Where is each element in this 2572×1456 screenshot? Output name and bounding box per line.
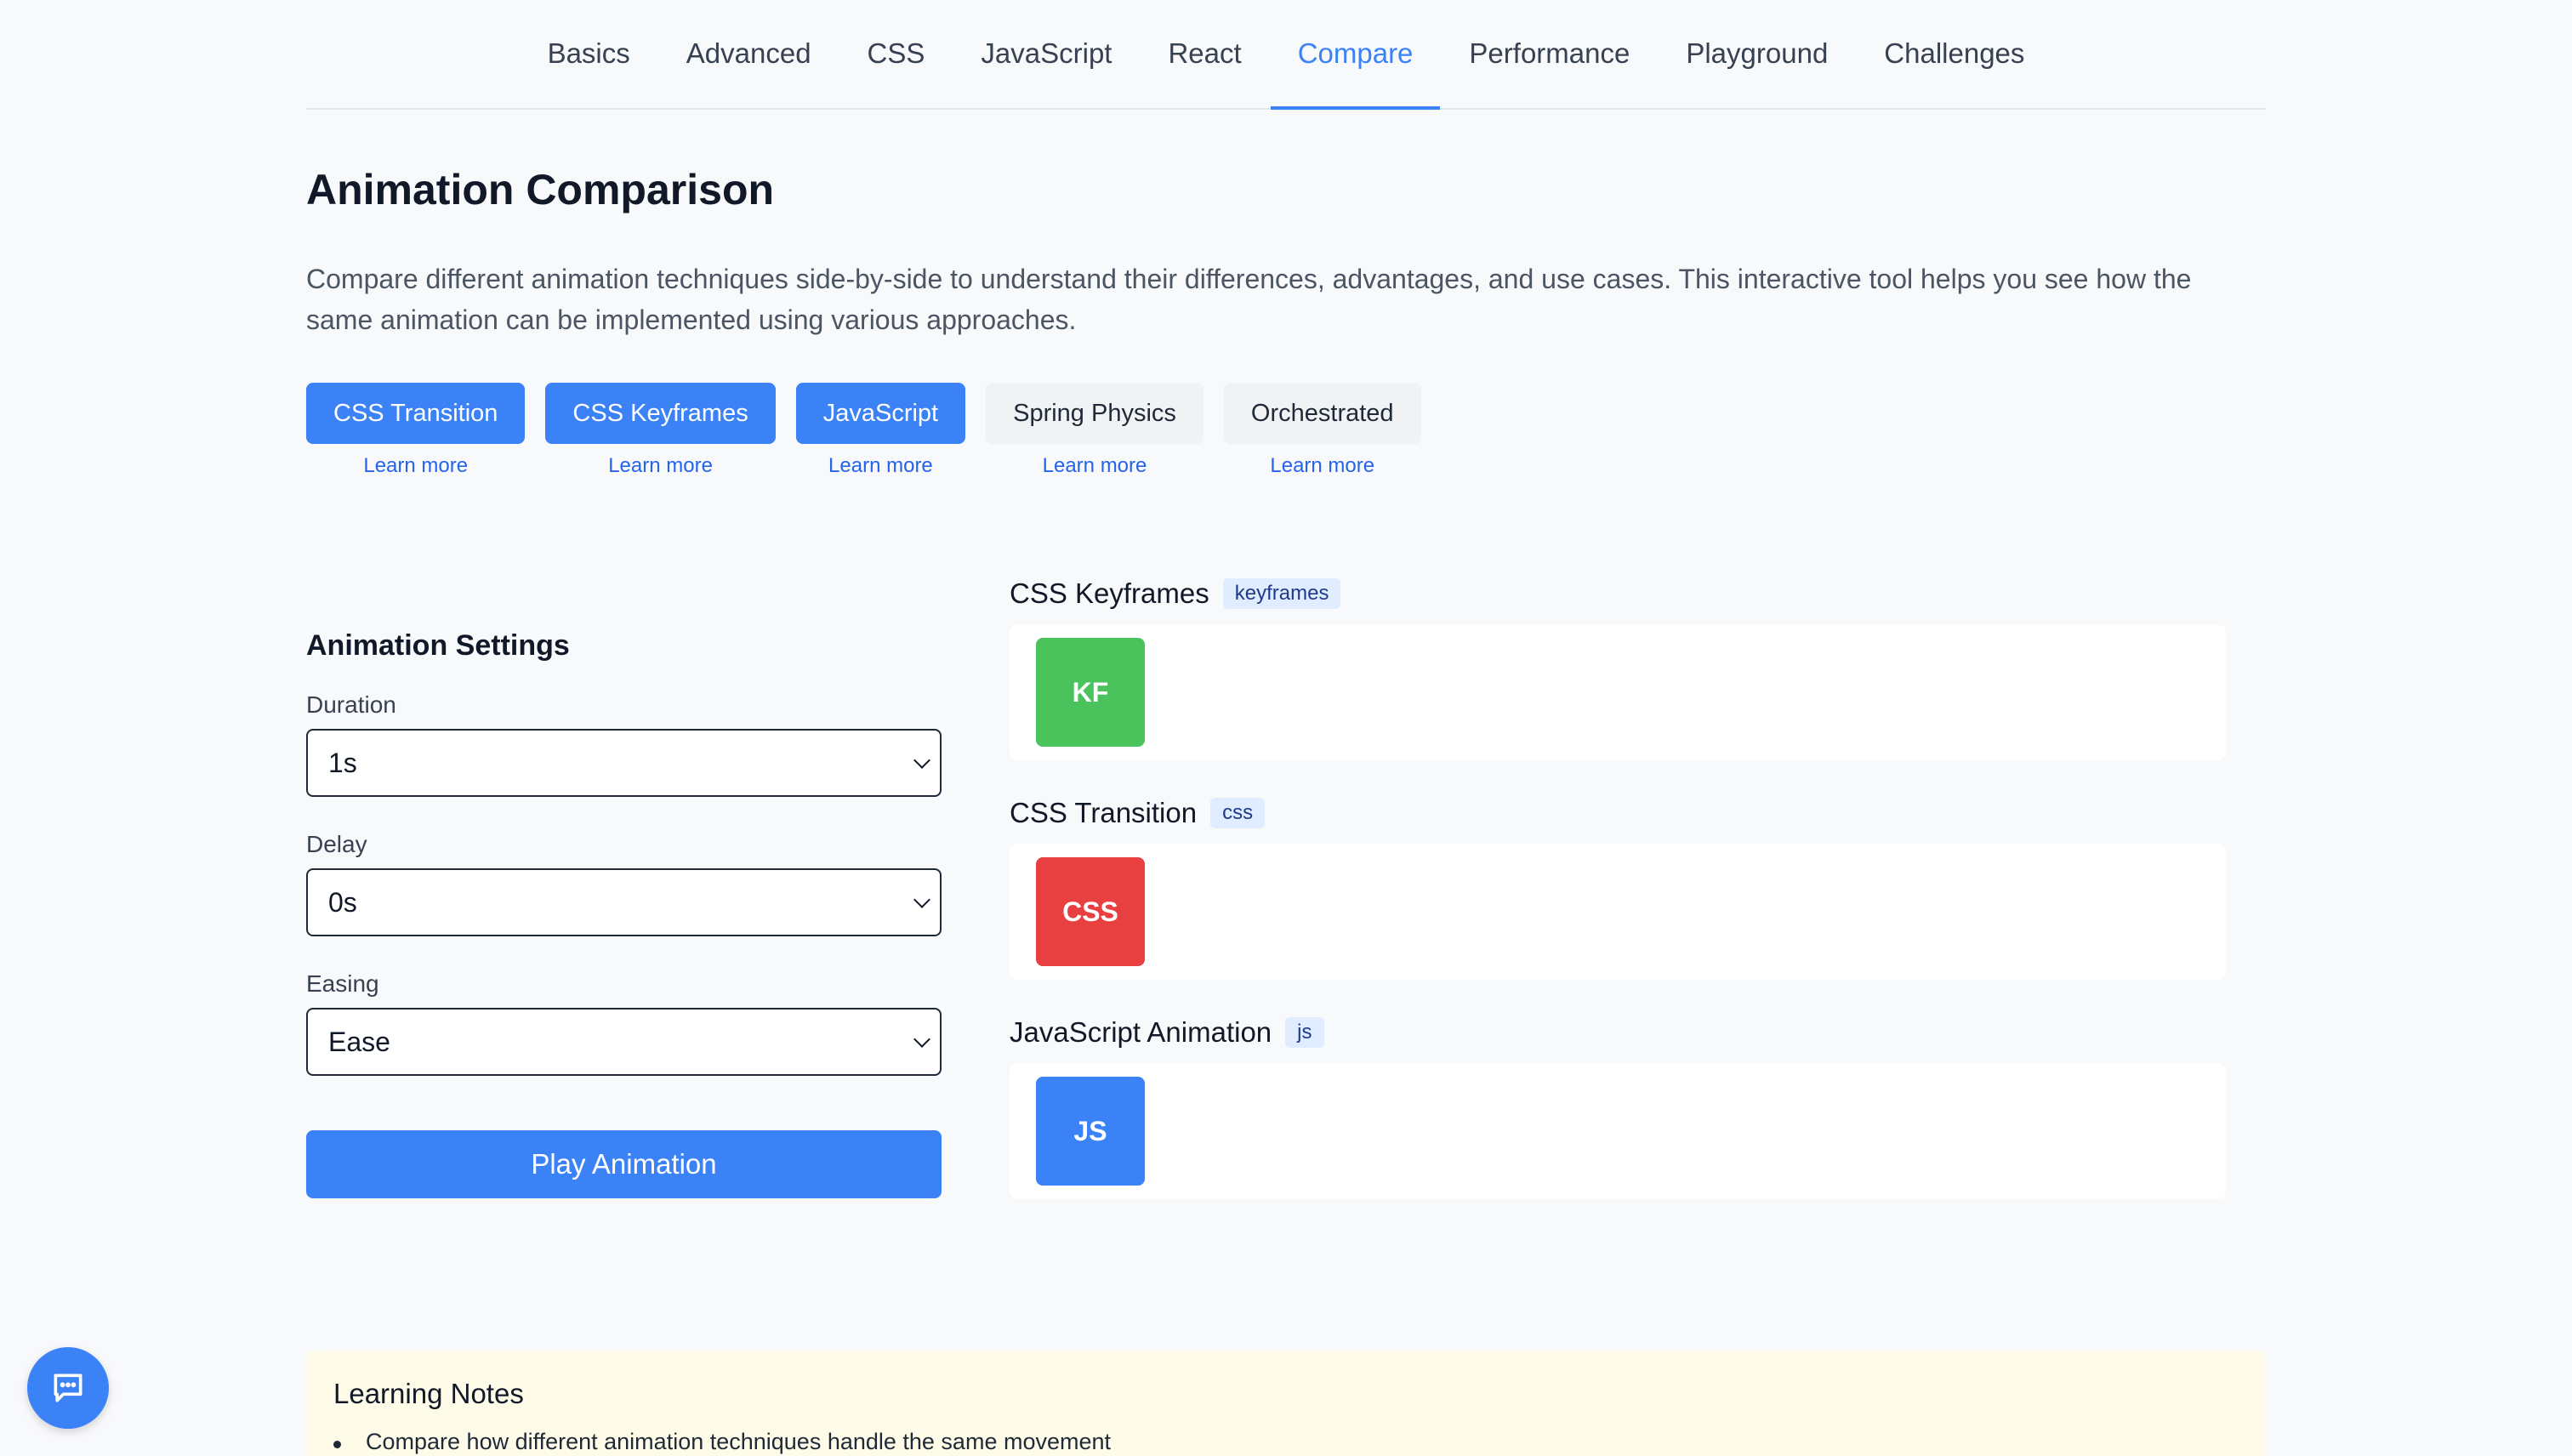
chevron-down-icon <box>913 891 930 908</box>
notes-heading: Learning Notes <box>333 1378 524 1409</box>
animation-settings: Animation Settings Duration 1s Delay 0s … <box>306 629 942 1198</box>
chevron-down-icon <box>913 1031 930 1048</box>
chat-button[interactable] <box>27 1347 109 1429</box>
tab-challenges[interactable]: Challenges <box>1857 0 2051 110</box>
learn-more-link[interactable]: Learn more <box>1270 454 1374 478</box>
page-title: Animation Comparison <box>306 166 775 213</box>
learning-notes: Learning Notes Compare how different ani… <box>306 1351 2266 1456</box>
easing-label: Easing <box>306 970 379 997</box>
tab-performance[interactable]: Performance <box>1442 0 1657 110</box>
animated-box: KF <box>1036 638 1145 747</box>
page-description: Compare different animation techniques s… <box>306 264 2192 335</box>
demo-title: CSS Keyframes <box>1010 577 1209 609</box>
technique-spring-physics: Spring Physics Learn more <box>986 383 1203 478</box>
demo-css-transition: CSS Transition css CSS <box>1010 794 2226 980</box>
play-animation-button[interactable]: Play Animation <box>306 1130 942 1198</box>
learn-more-link[interactable]: Learn more <box>608 454 713 478</box>
tab-css[interactable]: CSS <box>840 0 953 110</box>
css-keyframes-button[interactable]: CSS Keyframes <box>545 383 776 444</box>
duration-label: Duration <box>306 691 396 718</box>
demo-badge: js <box>1285 1017 1324 1048</box>
demo-badge: css <box>1210 798 1266 828</box>
duration-select[interactable]: 1s <box>306 729 942 797</box>
technique-css-keyframes: CSS Keyframes Learn more <box>545 383 776 478</box>
easing-value: Ease <box>328 1026 390 1057</box>
tab-bar: Basics Advanced CSS JavaScript React Com… <box>306 0 2266 110</box>
tab-advanced[interactable]: Advanced <box>659 0 839 110</box>
settings-heading: Animation Settings <box>306 629 570 662</box>
spring-physics-button[interactable]: Spring Physics <box>986 383 1203 444</box>
animated-box: CSS <box>1036 857 1145 966</box>
chat-bubble-icon <box>54 1374 83 1402</box>
learn-more-link[interactable]: Learn more <box>1043 454 1147 478</box>
tab-javascript[interactable]: JavaScript <box>953 0 1139 110</box>
demo-title: JavaScript Animation <box>1010 1016 1272 1048</box>
chevron-down-icon <box>913 752 930 769</box>
notes-list: Compare how different animation techniqu… <box>333 1429 2239 1455</box>
tab-react[interactable]: React <box>1141 0 1268 110</box>
javascript-button[interactable]: JavaScript <box>795 383 966 444</box>
orchestrated-button[interactable]: Orchestrated <box>1223 383 1421 444</box>
technique-javascript: JavaScript Learn more <box>795 383 966 478</box>
demo-stage: CSS <box>1010 844 2226 980</box>
tab-compare[interactable]: Compare <box>1270 0 1441 110</box>
css-transition-button[interactable]: CSS Transition <box>306 383 526 444</box>
technique-css-transition: CSS Transition Learn more <box>306 383 526 478</box>
duration-value: 1s <box>328 747 357 778</box>
tab-playground[interactable]: Playground <box>1659 0 1855 110</box>
demo-title: CSS Transition <box>1010 797 1198 828</box>
demo-badge: keyframes <box>1222 578 1341 609</box>
learn-more-link[interactable]: Learn more <box>363 454 468 478</box>
list-item: Compare how different animation techniqu… <box>333 1429 2239 1455</box>
easing-select[interactable]: Ease <box>306 1008 942 1076</box>
learn-more-link[interactable]: Learn more <box>828 454 933 478</box>
demo-stage: JS <box>1010 1063 2226 1199</box>
demo-stage: KF <box>1010 624 2226 760</box>
animated-box: JS <box>1036 1077 1145 1186</box>
technique-orchestrated: Orchestrated Learn more <box>1223 383 1421 478</box>
delay-select[interactable]: 0s <box>306 868 942 936</box>
page: Basics Advanced CSS JavaScript React Com… <box>0 0 2572 1456</box>
demo-css-keyframes: CSS Keyframes keyframes KF <box>1010 575 2226 760</box>
delay-label: Delay <box>306 831 367 857</box>
tab-basics[interactable]: Basics <box>521 0 657 110</box>
demo-javascript-animation: JavaScript Animation js JS <box>1010 1014 2226 1199</box>
technique-selector: CSS Transition Learn more CSS Keyframes … <box>306 383 1421 478</box>
demo-panels: CSS Keyframes keyframes KF CSS Transitio… <box>1010 575 2226 1233</box>
delay-value: 0s <box>328 886 357 918</box>
